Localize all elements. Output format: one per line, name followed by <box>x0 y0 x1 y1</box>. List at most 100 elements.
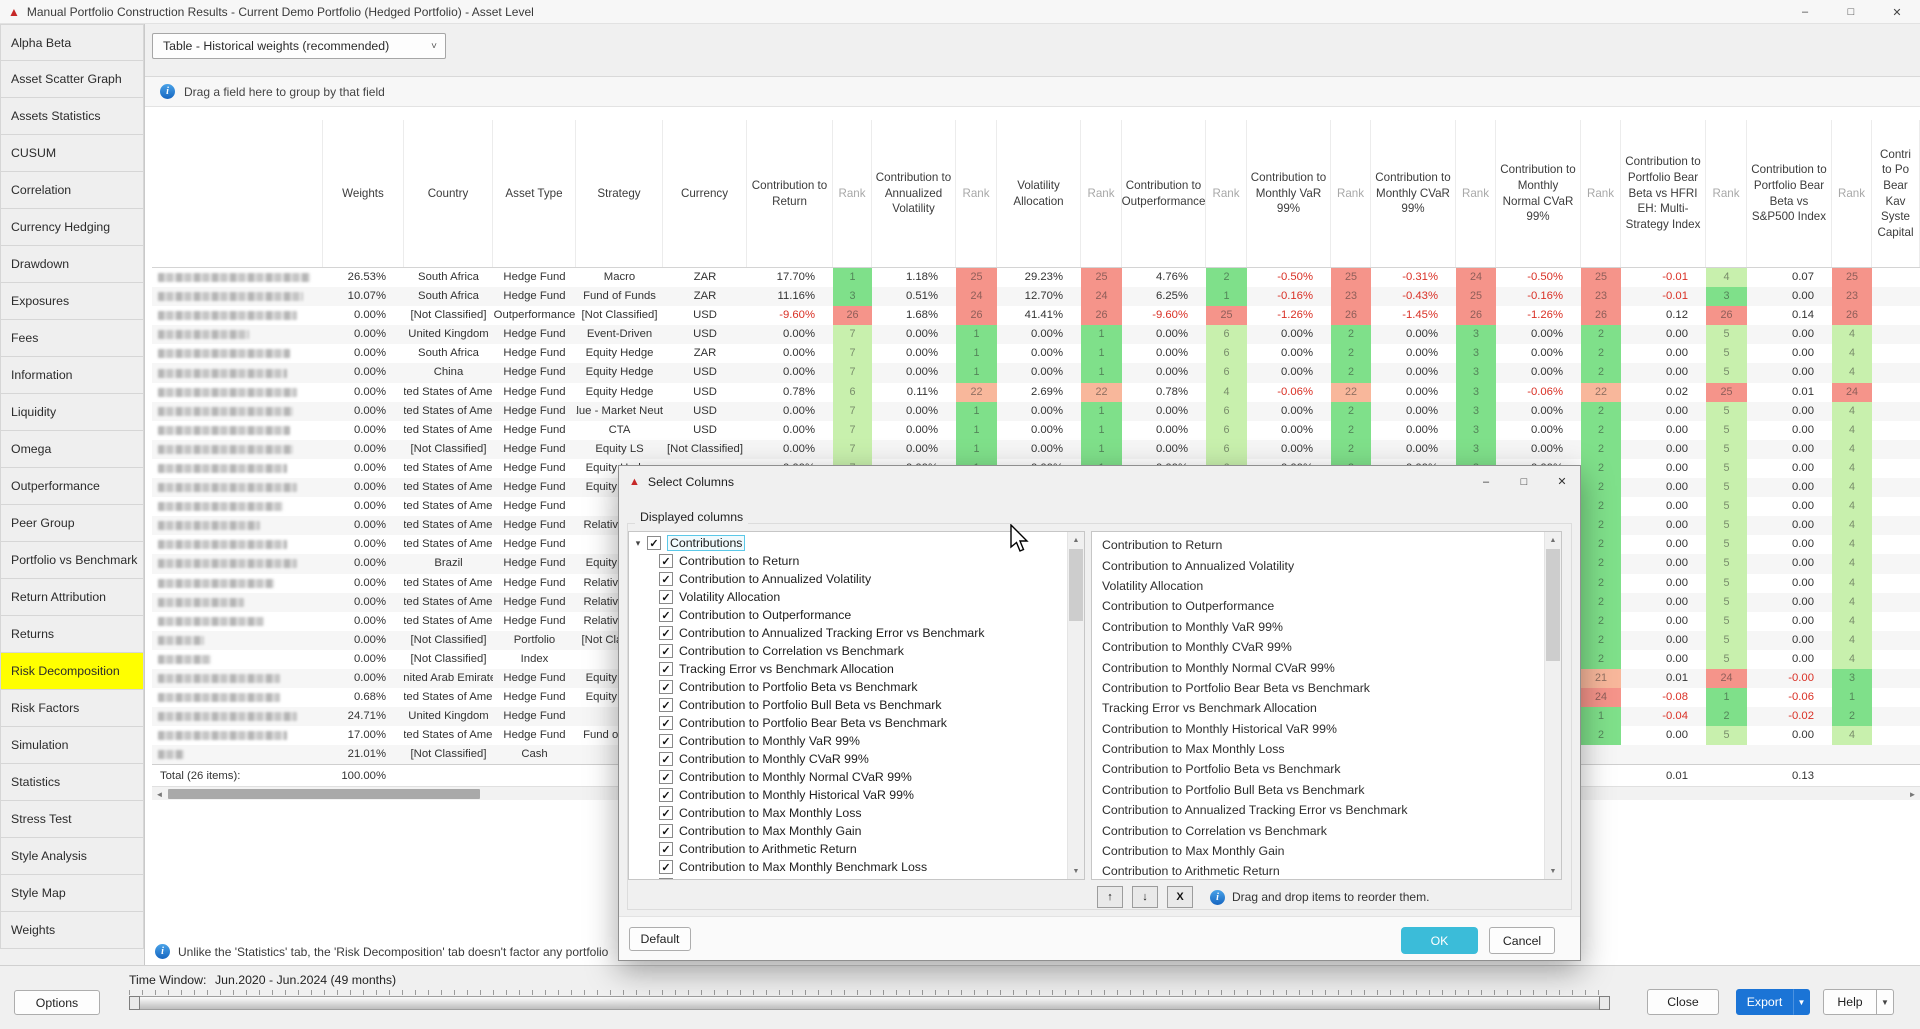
table-row[interactable]: 0.00%[Not Classified]Hedge FundEquity LS… <box>152 440 1920 459</box>
tree-item-contributions[interactable]: ▾✓Contributions <box>629 534 1067 552</box>
column-header[interactable]: Rank <box>1456 120 1496 267</box>
column-header[interactable]: Contribution to Portfolio Bear Beta vs S… <box>1747 120 1832 267</box>
sidebar-item-peer-group[interactable]: Peer Group <box>0 505 144 542</box>
sidebar-item-risk-factors[interactable]: Risk Factors <box>0 690 144 727</box>
tree-item[interactable]: ✓Contribution to Arithmetic Return <box>629 840 1067 858</box>
sidebar-item-correlation[interactable]: Correlation <box>0 172 144 209</box>
order-list-item[interactable]: Contribution to Monthly VaR 99% <box>1092 617 1544 637</box>
tree-item[interactable]: ✓Contribution to Annualized Volatility <box>629 570 1067 588</box>
column-header[interactable]: Contribution to Annualized Volatility <box>872 120 956 267</box>
tree-item[interactable]: ✓Contribution to Outperformance <box>629 606 1067 624</box>
sidebar-item-return-attribution[interactable]: Return Attribution <box>0 579 144 616</box>
column-header[interactable]: Rank <box>1081 120 1122 267</box>
scroll-right-icon[interactable]: ► <box>1905 787 1920 801</box>
tree-item[interactable]: ✓Contribution to Portfolio Beta vs Bench… <box>629 678 1067 696</box>
scroll-down-icon[interactable]: ▼ <box>1545 863 1561 879</box>
column-header[interactable]: Contribution to Monthly VaR 99% <box>1247 120 1331 267</box>
sidebar-item-information[interactable]: Information <box>0 357 144 394</box>
checkbox-checked[interactable]: ✓ <box>659 842 673 856</box>
view-dropdown[interactable]: Table - Historical weights (recommended)… <box>152 33 446 59</box>
tree-item[interactable]: ✓Contribution to Portfolio Bull Beta vs … <box>629 696 1067 714</box>
table-row[interactable]: 0.00%United KingdomHedge FundEvent-Drive… <box>152 325 1920 344</box>
order-list-item[interactable]: Contribution to Max Monthly Gain <box>1092 841 1544 861</box>
table-row[interactable]: 26.53%South AfricaHedge FundMacroZAR17.7… <box>152 268 1920 287</box>
tree-expand-icon[interactable]: ▾ <box>629 538 647 549</box>
checkbox-checked[interactable]: ✓ <box>659 824 673 838</box>
tree-item[interactable]: ✓Volatility Allocation <box>629 588 1067 606</box>
sidebar-item-drawdown[interactable]: Drawdown <box>0 246 144 283</box>
column-header[interactable]: Rank <box>956 120 997 267</box>
sidebar-item-asset-scatter-graph[interactable]: Asset Scatter Graph <box>0 61 144 98</box>
cancel-button[interactable]: Cancel <box>1489 927 1555 954</box>
column-header[interactable]: Asset Type <box>493 120 576 267</box>
slider-left-handle[interactable] <box>129 996 140 1010</box>
column-header[interactable]: Rank <box>1206 120 1247 267</box>
scroll-left-icon[interactable]: ◄ <box>152 787 167 801</box>
order-list-item[interactable]: Contribution to Monthly Normal CVaR 99% <box>1092 657 1544 677</box>
sidebar-item-exposures[interactable]: Exposures <box>0 283 144 320</box>
default-button[interactable]: Default <box>629 927 691 951</box>
checkbox-checked[interactable]: ✓ <box>659 770 673 784</box>
tree-item[interactable]: ✓Contribution to Monthly Normal CVaR 99% <box>629 768 1067 786</box>
tree-item[interactable]: ✓Contribution to Correlation vs Benchmar… <box>629 642 1067 660</box>
tree-item[interactable]: ✓Contribution to Max Monthly Benchmark L… <box>629 858 1067 876</box>
checkbox-checked[interactable]: ✓ <box>659 860 673 874</box>
tree-item[interactable]: ✓Contribution to Portfolio Bear Beta vs … <box>629 714 1067 732</box>
checkbox-checked[interactable]: ✓ <box>659 788 673 802</box>
order-list-item[interactable]: Tracking Error vs Benchmark Allocation <box>1092 698 1544 718</box>
tree-item[interactable]: ✓Contribution to Annualized Tracking Err… <box>629 624 1067 642</box>
order-list-item[interactable]: Contribution to Outperformance <box>1092 596 1544 616</box>
tree-item[interactable]: ✓Tracking Error vs Benchmark Allocation <box>629 660 1067 678</box>
sidebar-item-cusum[interactable]: CUSUM <box>0 135 144 172</box>
sidebar-item-risk-decomposition[interactable]: Risk Decomposition <box>0 653 144 690</box>
sidebar-item-alpha-beta[interactable]: Alpha Beta <box>0 24 144 61</box>
sidebar-item-fees[interactable]: Fees <box>0 320 144 357</box>
dialog-maximize-icon[interactable]: □ <box>1512 476 1536 488</box>
export-dropdown-icon[interactable]: ▼ <box>1793 989 1810 1015</box>
column-header[interactable]: Contribution to Outperformance <box>1122 120 1206 267</box>
column-header-empty[interactable] <box>152 120 323 267</box>
column-header[interactable]: Strategy <box>576 120 663 267</box>
order-list-item[interactable]: Volatility Allocation <box>1092 576 1544 596</box>
move-up-button[interactable]: ↑ <box>1097 886 1123 908</box>
column-header[interactable]: Weights <box>323 120 404 267</box>
table-row[interactable]: 0.00%United States of AmericaHedge FundE… <box>152 383 1920 402</box>
order-list-item[interactable]: Contribution to Annualized Tracking Erro… <box>1092 800 1544 820</box>
options-button[interactable]: Options <box>14 990 100 1015</box>
checkbox-checked[interactable]: ✓ <box>647 536 661 550</box>
move-down-button[interactable]: ↓ <box>1132 886 1158 908</box>
checkbox-checked[interactable]: ✓ <box>659 716 673 730</box>
dialog-minimize-icon[interactable]: – <box>1474 476 1498 488</box>
column-header[interactable]: Currency <box>663 120 747 267</box>
table-row[interactable]: 0.00%ChinaHedge FundEquity HedgeUSD0.00%… <box>152 363 1920 382</box>
sidebar-item-portfolio-vs-benchmark[interactable]: Portfolio vs Benchmark <box>0 542 144 579</box>
sidebar-item-style-map[interactable]: Style Map <box>0 875 144 912</box>
tree-item[interactable]: ✓Contribution to Monthly Historical VaR … <box>629 786 1067 804</box>
tree-scrollbar-thumb[interactable] <box>1069 549 1083 621</box>
order-list-item[interactable]: Contribution to Max Monthly Loss <box>1092 739 1544 759</box>
table-row[interactable]: 10.07%South AfricaHedge FundFund of Fund… <box>152 287 1920 306</box>
checkbox-checked[interactable]: ✓ <box>659 752 673 766</box>
help-button[interactable]: Help <box>1823 989 1877 1015</box>
column-header[interactable]: Country <box>404 120 493 267</box>
list-scrollbar[interactable]: ▲ ▼ <box>1544 532 1561 879</box>
checkbox-checked[interactable]: ✓ <box>659 680 673 694</box>
remove-item-button[interactable]: X <box>1167 886 1193 908</box>
tree-item[interactable]: ✓Contribution to Monthly CVaR 99% <box>629 750 1067 768</box>
tree-item[interactable]: ✓Contribution to Max Monthly Benchmark G… <box>629 876 1067 880</box>
ok-button[interactable]: OK <box>1401 927 1478 954</box>
column-header[interactable]: Contribution to Monthly Normal CVaR 99% <box>1496 120 1581 267</box>
order-list-item[interactable]: Contribution to Portfolio Beta vs Benchm… <box>1092 759 1544 779</box>
checkbox-checked[interactable]: ✓ <box>659 590 673 604</box>
checkbox-checked[interactable]: ✓ <box>659 878 673 880</box>
tree-item[interactable]: ✓Contribution to Max Monthly Loss <box>629 804 1067 822</box>
tree-item[interactable]: ✓Contribution to Monthly VaR 99% <box>629 732 1067 750</box>
checkbox-checked[interactable]: ✓ <box>659 626 673 640</box>
maximize-icon[interactable]: □ <box>1828 0 1874 24</box>
time-window-slider[interactable] <box>129 996 1610 1010</box>
sidebar-item-liquidity[interactable]: Liquidity <box>0 394 144 431</box>
tree-item[interactable]: ✓Contribution to Return <box>629 552 1067 570</box>
column-header[interactable]: Volatility Allocation <box>997 120 1081 267</box>
sidebar-item-style-analysis[interactable]: Style Analysis <box>0 838 144 875</box>
group-by-bar[interactable]: i Drag a field here to group by that fie… <box>145 77 1920 107</box>
